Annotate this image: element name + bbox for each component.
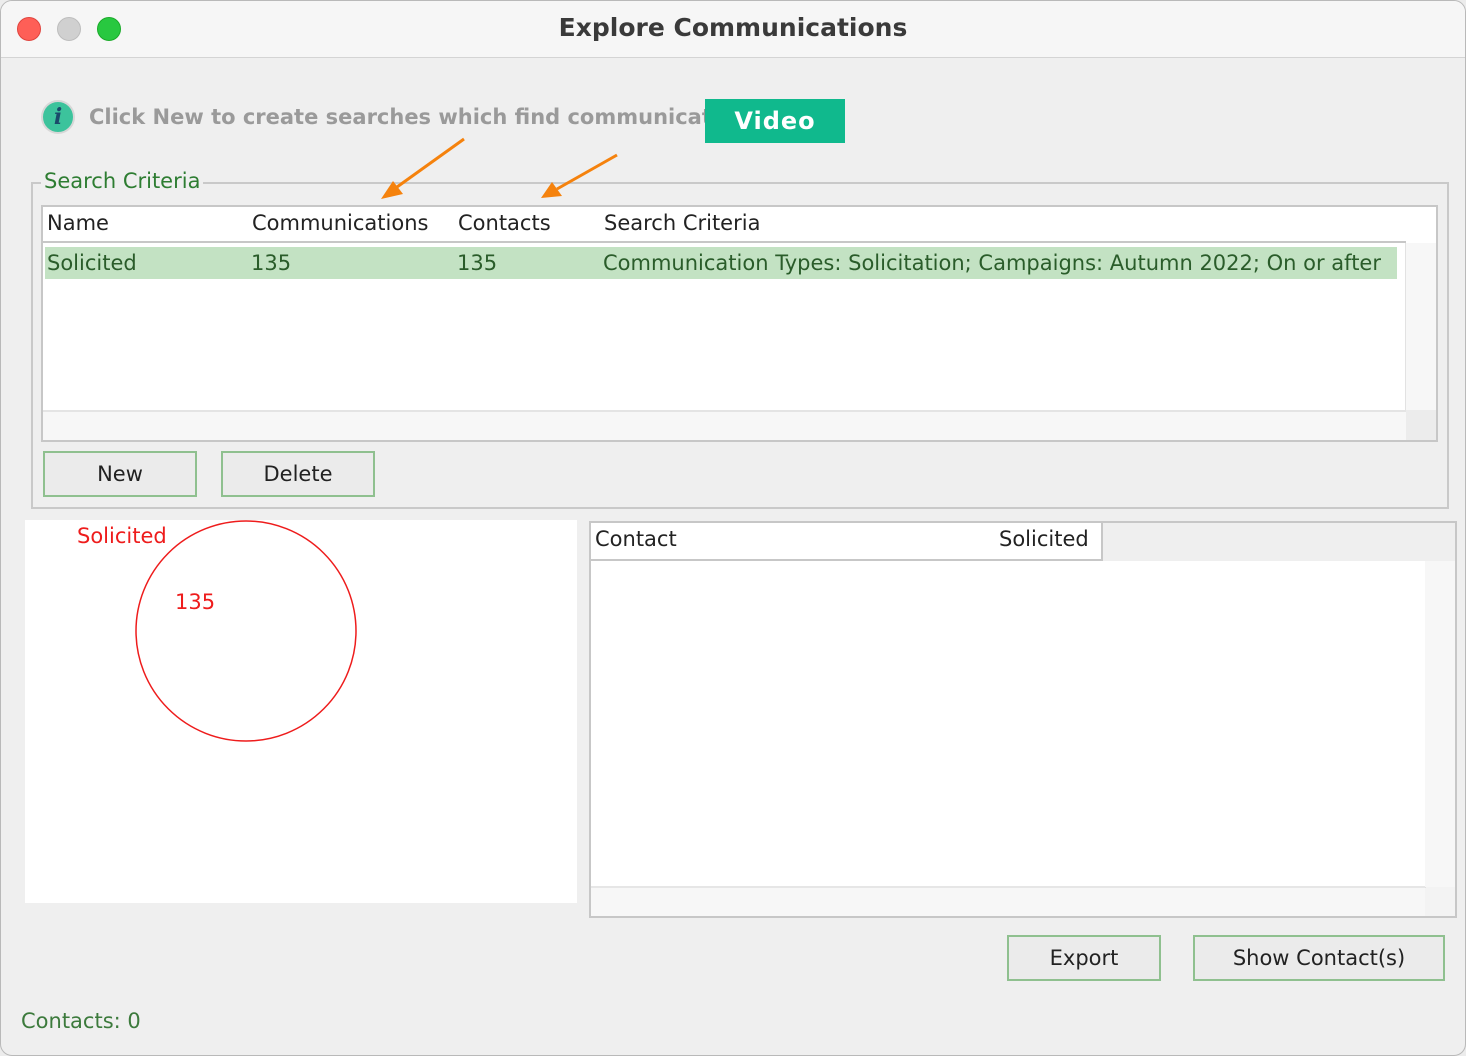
new-button[interactable]: New: [43, 451, 197, 497]
venn-diagram-panel: Solicited 135: [25, 520, 577, 903]
scroll-corner: [1406, 410, 1436, 440]
annotation-arrow-contacts: [541, 153, 618, 198]
delete-button[interactable]: Delete: [221, 451, 375, 497]
contacts-horizontal-scrollbar[interactable]: [591, 886, 1425, 916]
contacts-vertical-scrollbar[interactable]: [1425, 561, 1455, 887]
export-button[interactable]: Export: [1007, 935, 1161, 981]
venn-circle-solicited[interactable]: [135, 520, 357, 742]
venn-set-label: Solicited: [77, 524, 167, 548]
column-header-solicited[interactable]: Solicited: [995, 523, 1103, 561]
contacts-count-status: Contacts: 0: [21, 1009, 141, 1033]
column-header-contact[interactable]: Contact: [591, 523, 997, 561]
show-contacts-button[interactable]: Show Contact(s): [1193, 935, 1445, 981]
contacts-table: Contact Solicited: [589, 521, 1457, 918]
explore-communications-window: Explore Communications i Click New to cr…: [0, 0, 1466, 1056]
venn-set-value: 135: [175, 590, 216, 614]
contacts-table-body: [591, 561, 1426, 888]
annotation-arrows: [381, 137, 618, 199]
venn-diagram: [135, 520, 357, 742]
horizontal-scrollbar[interactable]: [43, 410, 1408, 440]
annotation-arrow-communications: [381, 137, 465, 199]
